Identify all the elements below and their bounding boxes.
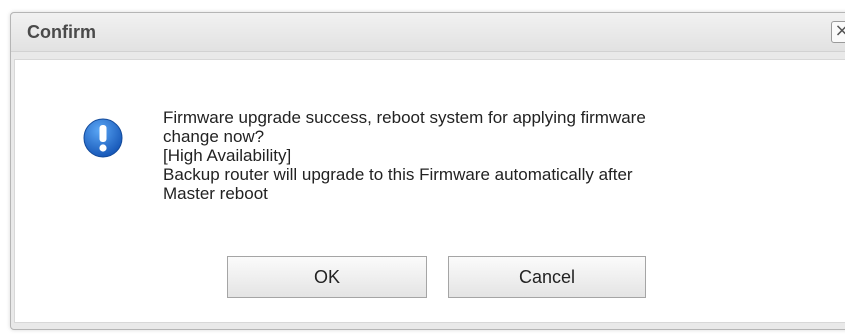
confirm-dialog: Confirm × Firmware upgrade success, rebo… — [10, 12, 845, 330]
message-line: change now? — [163, 127, 265, 146]
ok-button[interactable]: OK — [227, 256, 427, 298]
dialog-titlebar[interactable]: Confirm × — [11, 13, 845, 52]
close-button[interactable]: × — [831, 21, 845, 43]
message-line: Master reboot — [163, 184, 268, 203]
message-line: [High Availability] — [163, 146, 292, 165]
close-icon: × — [834, 20, 845, 41]
info-exclamation-icon — [83, 118, 123, 158]
dialog-title: Confirm — [27, 22, 96, 42]
dialog-body: Firmware upgrade success, reboot system … — [14, 59, 845, 323]
dialog-message: Firmware upgrade success, reboot system … — [163, 108, 823, 203]
cancel-button[interactable]: Cancel — [448, 256, 646, 298]
message-line: Backup router will upgrade to this Firmw… — [163, 165, 633, 184]
message-line: Firmware upgrade success, reboot system … — [163, 108, 646, 127]
